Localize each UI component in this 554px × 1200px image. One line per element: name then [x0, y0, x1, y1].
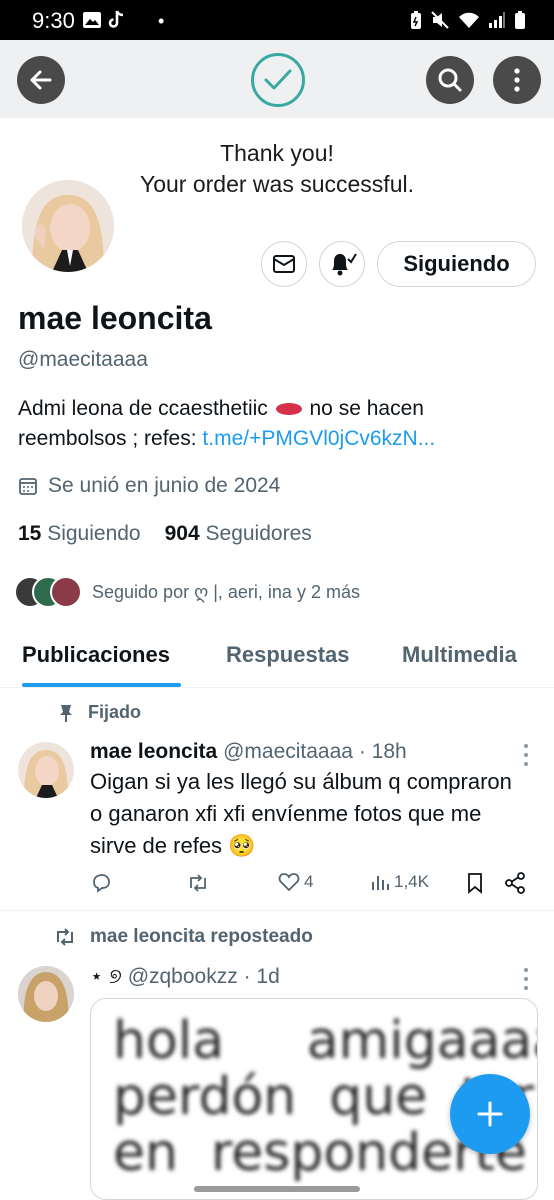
wifi-icon: [459, 12, 479, 28]
plus-icon: [477, 1101, 503, 1127]
reply-button[interactable]: [90, 872, 112, 894]
followers-label: Seguidores: [205, 522, 312, 545]
repost-author-handle: @zqbookzz: [127, 965, 238, 988]
tab-publicaciones[interactable]: Publicaciones: [22, 642, 170, 668]
tab-multimedia[interactable]: Multimedia: [402, 642, 517, 668]
pinned-text: Fijado: [88, 702, 141, 722]
post-separator: [0, 910, 554, 911]
like-button[interactable]: 4: [278, 872, 313, 892]
gesture-home-bar[interactable]: [194, 1186, 360, 1192]
envelope-icon: [273, 255, 295, 273]
repost-icon: [57, 928, 73, 946]
lips-emoji-icon: [275, 403, 302, 416]
following-count: 15: [18, 522, 42, 545]
follow-stats: 15 Siguiendo 904 Seguidores: [18, 522, 312, 546]
gallery-icon: [83, 12, 101, 28]
profile-avatar[interactable]: [18, 176, 118, 276]
active-tab-indicator: [22, 683, 181, 687]
repost-button[interactable]: [186, 872, 210, 894]
display-name: mae leoncita: [18, 300, 212, 336]
notifications-button[interactable]: [319, 241, 365, 287]
repost-more-button[interactable]: [523, 968, 529, 990]
post-text: Oigan si ya les llegó su álbum q comprar…: [90, 769, 512, 858]
status-left-icons: [82, 10, 126, 30]
repost-context: mae leoncita reposteado: [52, 926, 313, 948]
thanks-line-1: Thank you!: [220, 140, 334, 166]
followers-count: 904: [164, 522, 200, 545]
bio-text: Admi leona de ccaesthetiic: [18, 397, 268, 420]
compose-button[interactable]: [450, 1074, 530, 1154]
back-button[interactable]: [17, 56, 65, 104]
mute-icon: [431, 11, 449, 29]
bio-text-3: reembolsos ; refes:: [18, 427, 197, 450]
post-time: · 18h: [358, 740, 407, 763]
more-options-button[interactable]: [493, 56, 541, 104]
bookmark-button[interactable]: [466, 872, 484, 894]
follower-avatar-3: [50, 576, 82, 608]
pin-icon: [60, 704, 72, 722]
bookmark-icon: [468, 873, 482, 894]
battery-icon: [515, 11, 525, 29]
join-date: Se unió en junio de 2024: [18, 474, 280, 498]
status-bar: 9:30 •: [0, 0, 554, 40]
avatar-image: [22, 180, 114, 272]
arrow-left-icon: [30, 70, 52, 90]
repost-header: ⋆ ୭ @zqbookzz · 1d: [90, 964, 280, 989]
views-icon: [372, 876, 389, 890]
followed-by[interactable]: Seguido por ღ |, aeri, ina y 2 más: [14, 576, 360, 608]
repost-author-name[interactable]: ⋆ ୭: [90, 965, 122, 988]
notification-dot: •: [158, 11, 165, 31]
avatar-image: [18, 742, 74, 798]
reply-icon: [93, 874, 110, 893]
avatar-image: [18, 966, 74, 1022]
calendar-icon: [19, 478, 37, 495]
post-actions: 4 1,4K: [90, 872, 530, 900]
search-button[interactable]: [426, 56, 474, 104]
profile-tabs: Publicaciones Respuestas Multimedia: [0, 634, 554, 688]
join-date-text: Se unió en junio de 2024: [48, 474, 281, 497]
followed-by-text: Seguido por ღ |, aeri, ina y 2 más: [92, 581, 360, 602]
search-icon: [438, 68, 462, 92]
following-stat[interactable]: 15 Siguiendo: [18, 522, 141, 546]
repost-author-avatar[interactable]: [18, 966, 74, 1022]
repost-context-text: mae leoncita reposteado: [90, 926, 313, 947]
bell-check-icon: [332, 253, 357, 276]
post-header: mae leoncita @maecitaaaa · 18h: [90, 740, 407, 764]
following-label: Siguiendo: [47, 522, 141, 545]
heart-icon: [278, 873, 300, 892]
views-button[interactable]: 1,4K: [370, 872, 429, 892]
following-button[interactable]: Siguiendo: [377, 241, 536, 287]
post-more-button[interactable]: [523, 744, 529, 766]
tab-respuestas[interactable]: Respuestas: [226, 642, 350, 668]
profile-bio: Admi leona de ccaesthetiic no se hacen r…: [18, 394, 538, 454]
battery-saver-icon: [411, 11, 421, 29]
post-author-avatar[interactable]: [18, 742, 74, 798]
repost-icon: [190, 874, 206, 892]
share-button[interactable]: [504, 872, 526, 894]
bio-text-2: no se hacen: [309, 397, 424, 420]
view-count: 1,4K: [394, 872, 429, 891]
post-author-handle: @maecitaaaa: [223, 740, 353, 763]
message-button[interactable]: [261, 241, 307, 287]
share-icon: [505, 872, 525, 894]
post-author-name[interactable]: mae leoncita: [90, 740, 217, 763]
signal-icon: [489, 12, 505, 28]
more-vertical-icon: [514, 68, 520, 92]
repost-time: · 1d: [243, 965, 280, 988]
user-handle: @maecitaaaa: [18, 348, 148, 371]
check-icon: [264, 69, 292, 90]
followers-stat[interactable]: 904 Seguidores: [165, 522, 312, 546]
pinned-label: Fijado: [58, 702, 141, 723]
checkmark-logo: [251, 53, 305, 107]
like-count: 4: [304, 872, 314, 891]
bio-link[interactable]: t.me/+PMGVl0jCv6kzN...: [202, 427, 435, 450]
status-right-icons: [410, 10, 526, 30]
status-time: 9:30: [32, 8, 75, 33]
tiktok-icon: [108, 10, 124, 28]
